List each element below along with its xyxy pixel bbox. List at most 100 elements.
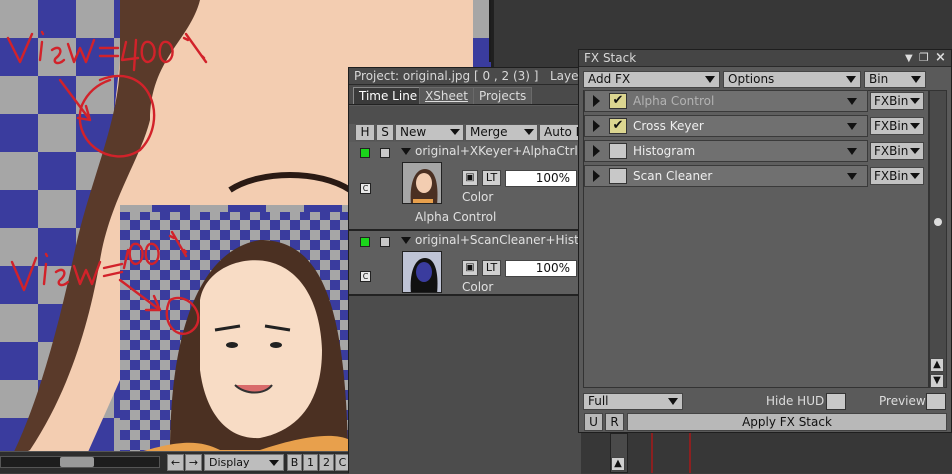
fx-scrollbar[interactable]: [929, 90, 947, 388]
layer-thumbnail: [402, 162, 442, 204]
fx-label: Alpha Control: [415, 210, 497, 224]
lock-icon[interactable]: ▣: [462, 170, 478, 186]
red-marker: [689, 433, 691, 473]
scroll-down-icon[interactable]: ▼: [930, 374, 944, 388]
merge-dropdown[interactable]: Merge: [465, 124, 538, 141]
color-badge: C: [360, 183, 371, 194]
fx-item[interactable]: ✔ Cross Keyer: [584, 115, 868, 137]
fx-bin-dropdown[interactable]: FXBin: [870, 92, 924, 110]
chevron-down-icon: [668, 398, 678, 405]
layer-thumbnail: [402, 251, 442, 293]
fx-enable-checkbox[interactable]: ✔: [609, 118, 627, 134]
hide-checkbox[interactable]: [360, 148, 370, 158]
quality-label: Full: [588, 394, 609, 408]
opacity-field[interactable]: 100%: [505, 170, 577, 187]
channel-2-button[interactable]: 2: [319, 454, 334, 471]
lt-button[interactable]: LT: [482, 260, 501, 276]
preview-checkbox[interactable]: [926, 393, 946, 410]
hide-hud-checkbox[interactable]: [826, 393, 846, 410]
fx-bin-label: FXBin: [874, 94, 909, 108]
chevron-down-icon[interactable]: [847, 123, 857, 130]
chevron-down-icon: [524, 129, 534, 135]
fx-item[interactable]: ✔ Alpha Control: [584, 90, 868, 112]
scroll-thumb[interactable]: [60, 457, 94, 467]
collapse-icon[interactable]: ▼: [905, 53, 913, 64]
scroll-dot-icon[interactable]: [934, 218, 942, 226]
quality-dropdown[interactable]: Full: [583, 393, 683, 410]
next-arrow-icon[interactable]: →: [185, 454, 202, 471]
fx-enable-checkbox[interactable]: [609, 168, 627, 184]
add-fx-dropdown[interactable]: Add FX: [583, 71, 720, 88]
fx-name: Alpha Control: [633, 94, 715, 108]
color-badge: C: [360, 271, 371, 282]
blend-mode: Color: [462, 280, 494, 294]
fx-enable-checkbox[interactable]: [609, 143, 627, 159]
col-h[interactable]: H: [355, 124, 375, 141]
expand-triangle-icon[interactable]: [593, 120, 600, 132]
fx-bin-dropdown[interactable]: FXBin: [870, 167, 924, 185]
solo-checkbox[interactable]: [380, 237, 390, 247]
fx-stack-titlebar[interactable]: FX Stack: [579, 50, 951, 67]
tabs-spacer: [349, 106, 581, 124]
fx-bin-dropdown[interactable]: FXBin: [870, 142, 924, 160]
chevron-down-icon: [846, 76, 856, 83]
channel-1-button[interactable]: 1: [303, 454, 318, 471]
display-label: Display: [209, 456, 250, 469]
scroll-up-icon[interactable]: ▲: [611, 457, 625, 471]
fx-name: Cross Keyer: [633, 119, 704, 133]
lt-button[interactable]: LT: [482, 170, 501, 186]
expand-triangle-icon[interactable]: [401, 237, 411, 244]
tab-xsheet[interactable]: XSheet: [419, 87, 474, 104]
fx-item[interactable]: Histogram: [584, 140, 868, 162]
layer-name: original+XKeyer+AlphaCtrl: [415, 144, 578, 158]
fx-enable-checkbox[interactable]: ✔: [609, 93, 627, 109]
preview-label: Preview: [879, 394, 926, 408]
merge-label: Merge: [470, 125, 508, 139]
display-select[interactable]: Display: [204, 454, 284, 471]
opacity-field[interactable]: 100%: [505, 260, 577, 277]
hide-hud-label: Hide HUD: [766, 394, 825, 408]
expand-triangle-icon[interactable]: [593, 145, 600, 157]
timeline-titlebar[interactable]: Project: original.jpg [ 0 , 2 (3) ] Laye…: [349, 68, 579, 85]
options-dropdown[interactable]: Options: [723, 71, 861, 88]
chevron-down-icon: [269, 460, 279, 466]
fx-bin-label: FXBin: [874, 169, 909, 183]
chevron-down-icon[interactable]: [847, 148, 857, 155]
blend-mode: Color: [462, 190, 494, 204]
hide-checkbox[interactable]: [360, 237, 370, 247]
tab-projects[interactable]: Projects: [473, 87, 533, 104]
fx-item[interactable]: Scan Cleaner: [584, 165, 868, 187]
expand-triangle-icon[interactable]: [593, 95, 600, 107]
apply-fx-stack-button[interactable]: Apply FX Stack: [627, 413, 947, 431]
u-button[interactable]: U: [584, 413, 603, 431]
solo-checkbox[interactable]: [380, 148, 390, 158]
prev-arrow-icon[interactable]: ←: [167, 454, 184, 471]
chevron-down-icon[interactable]: [847, 173, 857, 180]
expand-triangle-icon[interactable]: [401, 148, 411, 155]
tab-time-line[interactable]: Time Line: [353, 87, 424, 104]
layer-row[interactable]: C original+ScanCleaner+Histo ▣ LT 100% C…: [349, 231, 586, 295]
chevron-down-icon: [910, 123, 920, 129]
r-button[interactable]: R: [605, 413, 624, 431]
expand-triangle-icon[interactable]: [593, 170, 600, 182]
chevron-down-icon: [911, 76, 921, 83]
bin-label: Bin: [869, 72, 889, 86]
scroll-up-icon[interactable]: ▲: [930, 358, 944, 372]
timeline-panel: Project: original.jpg [ 0 , 2 (3) ] Laye…: [348, 67, 586, 474]
new-dropdown[interactable]: New: [395, 124, 464, 141]
fx-stack-title: FX Stack: [584, 51, 637, 65]
b-button[interactable]: B: [287, 454, 302, 471]
col-s[interactable]: S: [376, 124, 394, 141]
fx-bin-label: FXBin: [874, 119, 909, 133]
add-fx-label: Add FX: [588, 72, 631, 86]
options-label: Options: [728, 72, 775, 86]
chevron-down-icon: [910, 148, 920, 154]
layer-row[interactable]: C original+XKeyer+AlphaCtrl ▣ LT 100% Co…: [349, 142, 581, 230]
lock-icon[interactable]: ▣: [462, 260, 478, 276]
viewer-toolbar: ← → Display B 1 2 C: [0, 451, 350, 473]
fx-bin-dropdown[interactable]: FXBin: [870, 117, 924, 135]
bin-dropdown[interactable]: Bin: [864, 71, 926, 88]
close-icon[interactable]: ×: [935, 50, 946, 65]
chevron-down-icon[interactable]: [847, 98, 857, 105]
restore-icon[interactable]: ❐: [919, 51, 929, 64]
